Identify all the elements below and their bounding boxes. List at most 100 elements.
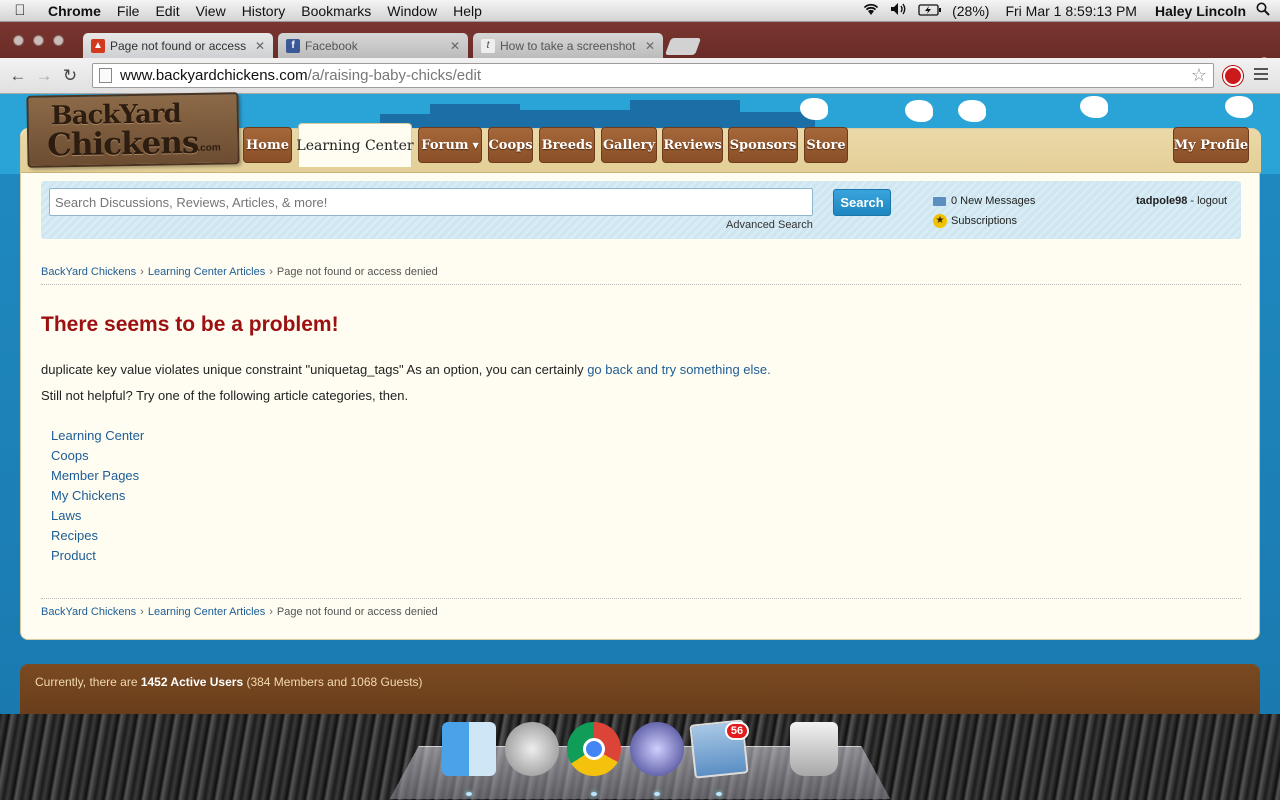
window-minimize-button[interactable] — [33, 35, 44, 46]
logo-text-suffix: .com — [197, 142, 221, 154]
tab-title: Facebook — [305, 38, 358, 53]
menu-window[interactable]: Window — [379, 3, 445, 19]
search-input[interactable] — [49, 188, 813, 216]
star-icon: ★ — [933, 214, 947, 228]
close-tab-icon[interactable]: ✕ — [645, 39, 655, 53]
active-users-count: 1452 Active Users — [140, 675, 244, 689]
backyard-chickens-logo[interactable]: BackYard Chickens .com — [26, 92, 240, 168]
advanced-search-link[interactable]: Advanced Search — [726, 219, 813, 231]
menu-help[interactable]: Help — [445, 3, 490, 19]
nav-breeds[interactable]: Breeds — [539, 127, 595, 163]
active-users-bar: Currently, there are 1452 Active Users (… — [20, 664, 1260, 714]
menu-view[interactable]: View — [188, 3, 234, 19]
browser-tab-strip: ▲ Page not found or access d ✕ f Faceboo… — [0, 22, 1280, 68]
nav-gallery[interactable]: Gallery — [601, 127, 657, 163]
category-coops[interactable]: Coops — [51, 448, 89, 463]
spotlight-icon[interactable] — [1256, 2, 1270, 19]
apple-menu-icon[interactable]:  — [0, 2, 40, 19]
breadcrumb-home[interactable]: BackYard Chickens — [41, 266, 136, 278]
dock-running-indicator — [591, 792, 597, 796]
battery-percent: (28%) — [952, 2, 990, 19]
wifi-icon[interactable] — [862, 2, 880, 19]
mail-badge: 56 — [725, 722, 749, 740]
menu-history[interactable]: History — [234, 3, 294, 19]
new-messages-label: 0 New Messages — [951, 195, 1036, 207]
forward-arrow-icon[interactable]: → — [31, 66, 57, 86]
chrome-icon[interactable] — [567, 722, 621, 776]
category-my-chickens[interactable]: My Chickens — [51, 488, 125, 503]
nav-coops[interactable]: Coops — [488, 127, 533, 163]
menu-user[interactable]: Haley Lincoln — [1155, 3, 1246, 19]
tab-how-to-screenshot[interactable]: t How to take a screenshot ✕ — [473, 33, 663, 58]
adblock-extension-icon[interactable] — [1223, 66, 1243, 86]
breadcrumb: BackYard Chickens › Learning Center Articl… — [41, 266, 438, 278]
nav-learning-center[interactable]: Learning Center — [296, 123, 414, 167]
error-message-text: duplicate key value violates unique cons… — [41, 362, 588, 377]
nav-my-profile[interactable]: My Profile — [1173, 127, 1249, 163]
category-learning-center[interactable]: Learning Center — [51, 428, 144, 443]
nav-reviews[interactable]: Reviews — [662, 127, 723, 163]
category-member-pages[interactable]: Member Pages — [51, 468, 139, 483]
dock-running-indicator — [466, 792, 472, 796]
breadcrumb-separator-icon: › — [140, 606, 144, 618]
launchpad-rocket-icon[interactable] — [505, 722, 559, 776]
menu-clock[interactable]: Fri Mar 1 8:59:13 PM — [1005, 3, 1137, 19]
menu-app-name[interactable]: Chrome — [40, 3, 109, 19]
browser-toolbar: ← → ↻ www.backyardchickens.com/a/raising… — [0, 58, 1280, 94]
volume-icon[interactable] — [890, 2, 908, 19]
tab-title: Page not found or access d — [110, 38, 249, 53]
nav-home[interactable]: Home — [243, 127, 292, 163]
breadcrumb-section[interactable]: Learning Center Articles — [148, 606, 265, 618]
category-recipes[interactable]: Recipes — [51, 528, 98, 543]
breadcrumb-home[interactable]: BackYard Chickens — [41, 606, 136, 618]
window-close-button[interactable] — [13, 35, 24, 46]
tab-page-not-found[interactable]: ▲ Page not found or access d ✕ — [83, 33, 273, 58]
itunes-icon[interactable] — [630, 722, 684, 776]
divider — [41, 598, 1241, 599]
breadcrumb-current: Page not found or access denied — [276, 606, 438, 618]
content-panel: BackYard Chickens .com Home Learning Cen… — [20, 92, 1261, 640]
error-title: There seems to be a problem! — [41, 313, 339, 336]
go-back-link[interactable]: go back and try something else. — [587, 362, 771, 377]
facebook-favicon: f — [286, 38, 300, 53]
nav-store[interactable]: Store — [804, 127, 848, 163]
backyard-chickens-favicon: ▲ — [91, 38, 105, 53]
new-messages-link[interactable]: 0 New Messages — [933, 195, 1035, 207]
menu-bookmarks[interactable]: Bookmarks — [293, 3, 379, 19]
menu-file[interactable]: File — [109, 3, 148, 19]
page-icon — [99, 68, 112, 83]
subscriptions-link[interactable]: ★ Subscriptions — [933, 214, 1017, 228]
breadcrumb-section[interactable]: Learning Center Articles — [148, 266, 265, 278]
logout-link[interactable]: logout — [1197, 195, 1227, 207]
error-message: duplicate key value violates unique cons… — [41, 362, 771, 377]
category-laws[interactable]: Laws — [51, 508, 81, 523]
close-tab-icon[interactable]: ✕ — [255, 39, 265, 53]
username-link[interactable]: tadpole98 — [1136, 195, 1187, 207]
category-list: Learning Center Coops Member Pages My Ch… — [51, 426, 144, 566]
finder-icon[interactable] — [442, 722, 496, 776]
window-zoom-button[interactable] — [53, 35, 64, 46]
dropdown-caret-icon: ▼ — [472, 140, 479, 150]
breadcrumb-current: Page not found or access denied — [276, 266, 438, 278]
logo-text-bottom: Chickens — [46, 124, 199, 164]
active-users-prefix: Currently, there are — [35, 675, 141, 689]
nav-forum[interactable]: Forum ▼ — [418, 127, 482, 163]
subscriptions-label: Subscriptions — [951, 215, 1018, 227]
search-bar: Search Advanced Search 0 New Messages ★ … — [41, 181, 1241, 239]
search-button[interactable]: Search — [833, 189, 891, 216]
trash-icon[interactable] — [790, 722, 838, 776]
category-product[interactable]: Product — [51, 548, 96, 563]
tab-facebook[interactable]: f Facebook ✕ — [278, 33, 468, 58]
close-tab-icon[interactable]: ✕ — [450, 39, 460, 53]
bookmark-star-icon[interactable]: ☆ — [1191, 65, 1207, 86]
reload-icon[interactable]: ↻ — [57, 66, 83, 86]
address-bar[interactable]: www.backyardchickens.com/a/raising-baby-… — [92, 63, 1214, 88]
active-users-detail: (384 Members and 1068 Guests) — [243, 675, 423, 689]
back-arrow-icon[interactable]: ← — [5, 66, 31, 86]
chrome-menu-icon[interactable] — [1254, 68, 1268, 83]
battery-icon[interactable] — [918, 3, 942, 19]
nav-sponsors[interactable]: Sponsors — [728, 127, 798, 163]
new-tab-button[interactable] — [664, 38, 702, 55]
error-help-text: Still not helpful? Try one of the follow… — [41, 388, 409, 403]
menu-edit[interactable]: Edit — [147, 3, 187, 19]
